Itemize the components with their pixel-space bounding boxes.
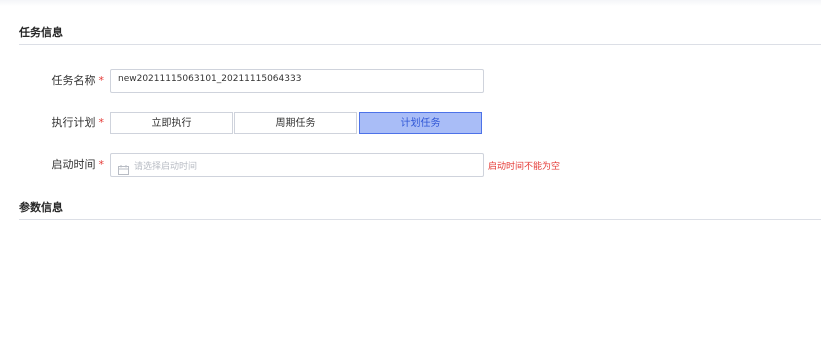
start-time-label: 启动时间 * <box>4 158 105 172</box>
task-name-value: new20211115063101_20211115064333 <box>118 74 302 84</box>
start-time-error: 启动时间不能为空 <box>488 162 561 172</box>
schedule-label-text: 执行计划 <box>51 116 96 129</box>
start-time-picker[interactable]: 请选择启动时间 <box>110 153 484 177</box>
schedule-label: 执行计划 * <box>4 116 105 130</box>
section-divider <box>19 44 821 45</box>
section-title-task-info: 任务信息 <box>19 26 63 39</box>
required-mark: * <box>98 116 105 129</box>
required-mark: * <box>98 158 105 171</box>
task-form-page: 任务信息 任务名称 * new20211115063101_20211115064… <box>0 0 821 360</box>
required-mark: * <box>98 74 105 87</box>
task-name-label: 任务名称 * <box>4 74 105 88</box>
calendar-icon <box>118 160 129 179</box>
schedule-option-immediate[interactable]: 立即执行 <box>110 112 233 134</box>
section-title-param-info: 参数信息 <box>19 201 63 214</box>
task-name-input[interactable]: new20211115063101_20211115064333 <box>110 69 484 93</box>
top-shadow <box>0 0 821 6</box>
task-name-label-text: 任务名称 <box>51 74 96 87</box>
schedule-option-periodic[interactable]: 周期任务 <box>234 112 357 134</box>
schedule-segmented-control: 立即执行 周期任务 计划任务 <box>110 112 483 134</box>
start-time-label-text: 启动时间 <box>51 158 96 171</box>
schedule-option-planned[interactable]: 计划任务 <box>359 112 482 134</box>
section-divider <box>19 219 821 220</box>
start-time-placeholder: 请选择启动时间 <box>134 162 198 172</box>
